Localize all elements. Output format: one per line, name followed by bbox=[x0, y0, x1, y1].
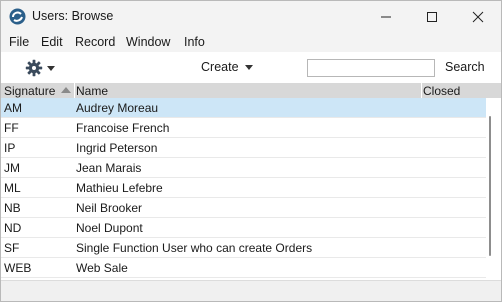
cell-signature: NB bbox=[4, 201, 21, 215]
search-input[interactable] bbox=[307, 59, 435, 77]
status-bar bbox=[1, 280, 501, 301]
column-header-signature[interactable]: Signature bbox=[4, 84, 55, 98]
cell-signature: FF bbox=[4, 121, 19, 135]
cell-signature: ML bbox=[4, 181, 21, 195]
cell-signature: SF bbox=[4, 241, 20, 255]
users-browse-window: Users: Browse File Edit Record Window In… bbox=[0, 0, 502, 302]
table-row[interactable]: WEB Web Sale bbox=[1, 258, 486, 278]
table-header: Signature Name Closed bbox=[1, 83, 501, 98]
table-row[interactable]: NB Neil Brooker bbox=[1, 198, 486, 218]
column-header-name[interactable]: Name bbox=[76, 84, 108, 98]
create-button[interactable]: Create bbox=[201, 60, 253, 74]
cell-name: Ingrid Peterson bbox=[76, 141, 158, 155]
window-title: Users: Browse bbox=[32, 9, 114, 23]
search-button[interactable]: Search bbox=[445, 60, 485, 74]
scrollbar-thumb[interactable] bbox=[489, 116, 491, 256]
minimize-button[interactable] bbox=[363, 1, 409, 32]
column-header-closed[interactable]: Closed bbox=[423, 84, 460, 98]
app-logo-icon bbox=[9, 8, 26, 25]
cell-signature: WEB bbox=[4, 261, 32, 275]
menu-file[interactable]: File bbox=[9, 35, 29, 49]
sort-ascending-icon bbox=[61, 87, 71, 93]
cell-name: Audrey Moreau bbox=[76, 101, 159, 115]
table-row[interactable]: ND Noel Dupont bbox=[1, 218, 486, 238]
table-body: AM Audrey Moreau FF Francoise French IP … bbox=[1, 98, 486, 278]
maximize-icon bbox=[427, 11, 437, 22]
close-icon bbox=[472, 11, 484, 22]
table-row[interactable]: FF Francoise French bbox=[1, 118, 486, 138]
cell-name: Web Sale bbox=[76, 261, 128, 275]
cell-signature: JM bbox=[4, 161, 20, 175]
title-bar[interactable]: Users: Browse bbox=[1, 1, 501, 32]
toolbar: Create Search bbox=[1, 53, 501, 83]
close-button[interactable] bbox=[455, 1, 501, 32]
cell-signature: IP bbox=[4, 141, 16, 155]
cell-name: Neil Brooker bbox=[76, 201, 143, 215]
column-divider[interactable] bbox=[421, 83, 422, 98]
menu-record[interactable]: Record bbox=[75, 35, 115, 49]
menu-bar: File Edit Record Window Info bbox=[1, 32, 501, 52]
table-row[interactable]: ML Mathieu Lefebre bbox=[1, 178, 486, 198]
cell-name: Single Function User who can create Orde… bbox=[76, 241, 313, 255]
column-divider[interactable] bbox=[74, 83, 75, 98]
maximize-button[interactable] bbox=[409, 1, 455, 32]
vertical-scrollbar[interactable] bbox=[486, 98, 501, 280]
create-label: Create bbox=[201, 60, 239, 74]
cell-name: Jean Marais bbox=[76, 161, 142, 175]
table-row[interactable]: SF Single Function User who can create O… bbox=[1, 238, 486, 258]
menu-edit[interactable]: Edit bbox=[41, 35, 63, 49]
cell-name: Francoise French bbox=[76, 121, 170, 135]
table-row[interactable]: AM Audrey Moreau bbox=[1, 98, 486, 118]
menu-window[interactable]: Window bbox=[126, 35, 170, 49]
menu-info[interactable]: Info bbox=[184, 35, 205, 49]
cell-signature: ND bbox=[4, 221, 22, 235]
chevron-down-icon bbox=[244, 64, 253, 70]
chevron-down-icon bbox=[47, 65, 55, 71]
table-row[interactable]: JM Jean Marais bbox=[1, 158, 486, 178]
minimize-icon bbox=[381, 16, 391, 17]
gear-menu-button[interactable] bbox=[25, 59, 55, 77]
table-row[interactable]: IP Ingrid Peterson bbox=[1, 138, 486, 158]
gear-icon bbox=[25, 59, 43, 77]
cell-signature: AM bbox=[4, 101, 22, 115]
cell-name: Mathieu Lefebre bbox=[76, 181, 163, 195]
cell-name: Noel Dupont bbox=[76, 221, 143, 235]
